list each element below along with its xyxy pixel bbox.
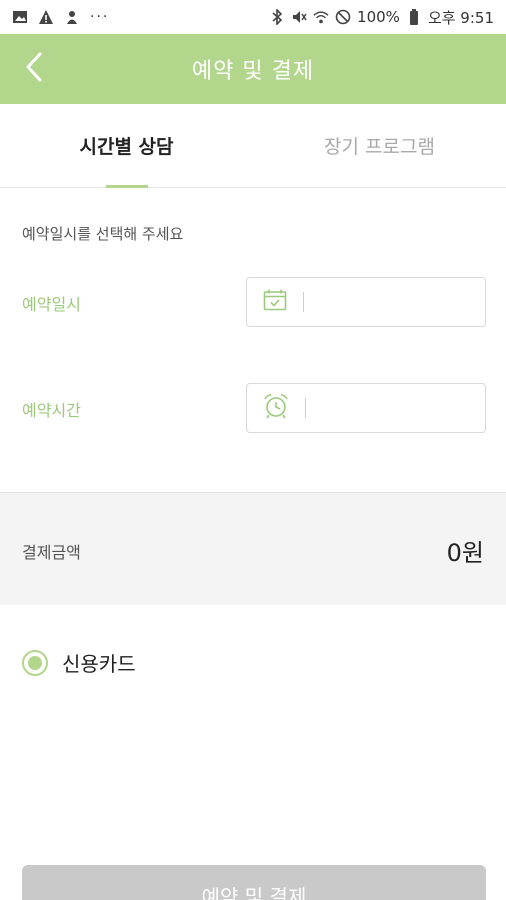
tab-hourly-consultation[interactable]: 시간별 상담 bbox=[0, 104, 253, 188]
chevron-left-icon bbox=[24, 51, 44, 87]
reserve-and-pay-label: 예약 및 결제 bbox=[201, 884, 307, 900]
payment-amount-value: 0원 bbox=[446, 539, 484, 567]
time-input[interactable] bbox=[246, 383, 486, 433]
payment-method-label: 신용카드 bbox=[62, 652, 136, 676]
warning-icon bbox=[38, 9, 54, 25]
battery-icon bbox=[406, 9, 422, 25]
app-notification-icon bbox=[64, 9, 80, 25]
radio-button[interactable] bbox=[22, 649, 48, 676]
time-label: 예약시간 bbox=[22, 401, 81, 420]
tab-bar: 시간별 상담 장기 프로그램 bbox=[0, 104, 506, 188]
do-not-disturb-icon bbox=[335, 9, 351, 25]
alarm-clock-icon bbox=[263, 393, 289, 423]
time-row: 예약시간 bbox=[0, 383, 506, 433]
page-title: 예약 및 결제 bbox=[191, 59, 315, 84]
payment-amount-section: 결제금액 0원 bbox=[0, 492, 506, 605]
form-instruction: 예약일시를 선택해 주세요 bbox=[22, 225, 184, 243]
image-icon bbox=[12, 9, 28, 25]
active-tab-indicator bbox=[105, 185, 148, 188]
app-bar: 예약 및 결제 bbox=[0, 34, 506, 104]
battery-percent: 100% bbox=[357, 8, 400, 26]
tab-label: 장기 프로그램 bbox=[324, 136, 435, 158]
tab-long-term-program[interactable]: 장기 프로그램 bbox=[253, 104, 506, 187]
input-caret bbox=[305, 398, 306, 418]
mute-icon bbox=[291, 9, 307, 25]
reserve-and-pay-button[interactable]: 예약 및 결제 bbox=[22, 865, 486, 900]
status-overflow: ··· bbox=[90, 9, 110, 25]
payment-amount-label: 결제금액 bbox=[22, 543, 81, 562]
date-label: 예약일시 bbox=[22, 295, 81, 314]
status-time: 오후 9:51 bbox=[427, 8, 494, 27]
input-caret bbox=[303, 292, 304, 312]
date-input[interactable] bbox=[246, 277, 486, 327]
calendar-icon bbox=[263, 289, 287, 315]
payment-method-credit-card[interactable]: 신용카드 bbox=[22, 648, 136, 677]
tab-label: 시간별 상담 bbox=[79, 136, 174, 158]
wifi-icon bbox=[313, 9, 329, 25]
back-button[interactable] bbox=[14, 49, 54, 89]
radio-selected-dot bbox=[28, 655, 42, 670]
bluetooth-icon bbox=[269, 9, 285, 25]
date-row: 예약일시 bbox=[0, 277, 506, 327]
status-bar: ··· 100% 오후 9:51 bbox=[0, 0, 506, 34]
